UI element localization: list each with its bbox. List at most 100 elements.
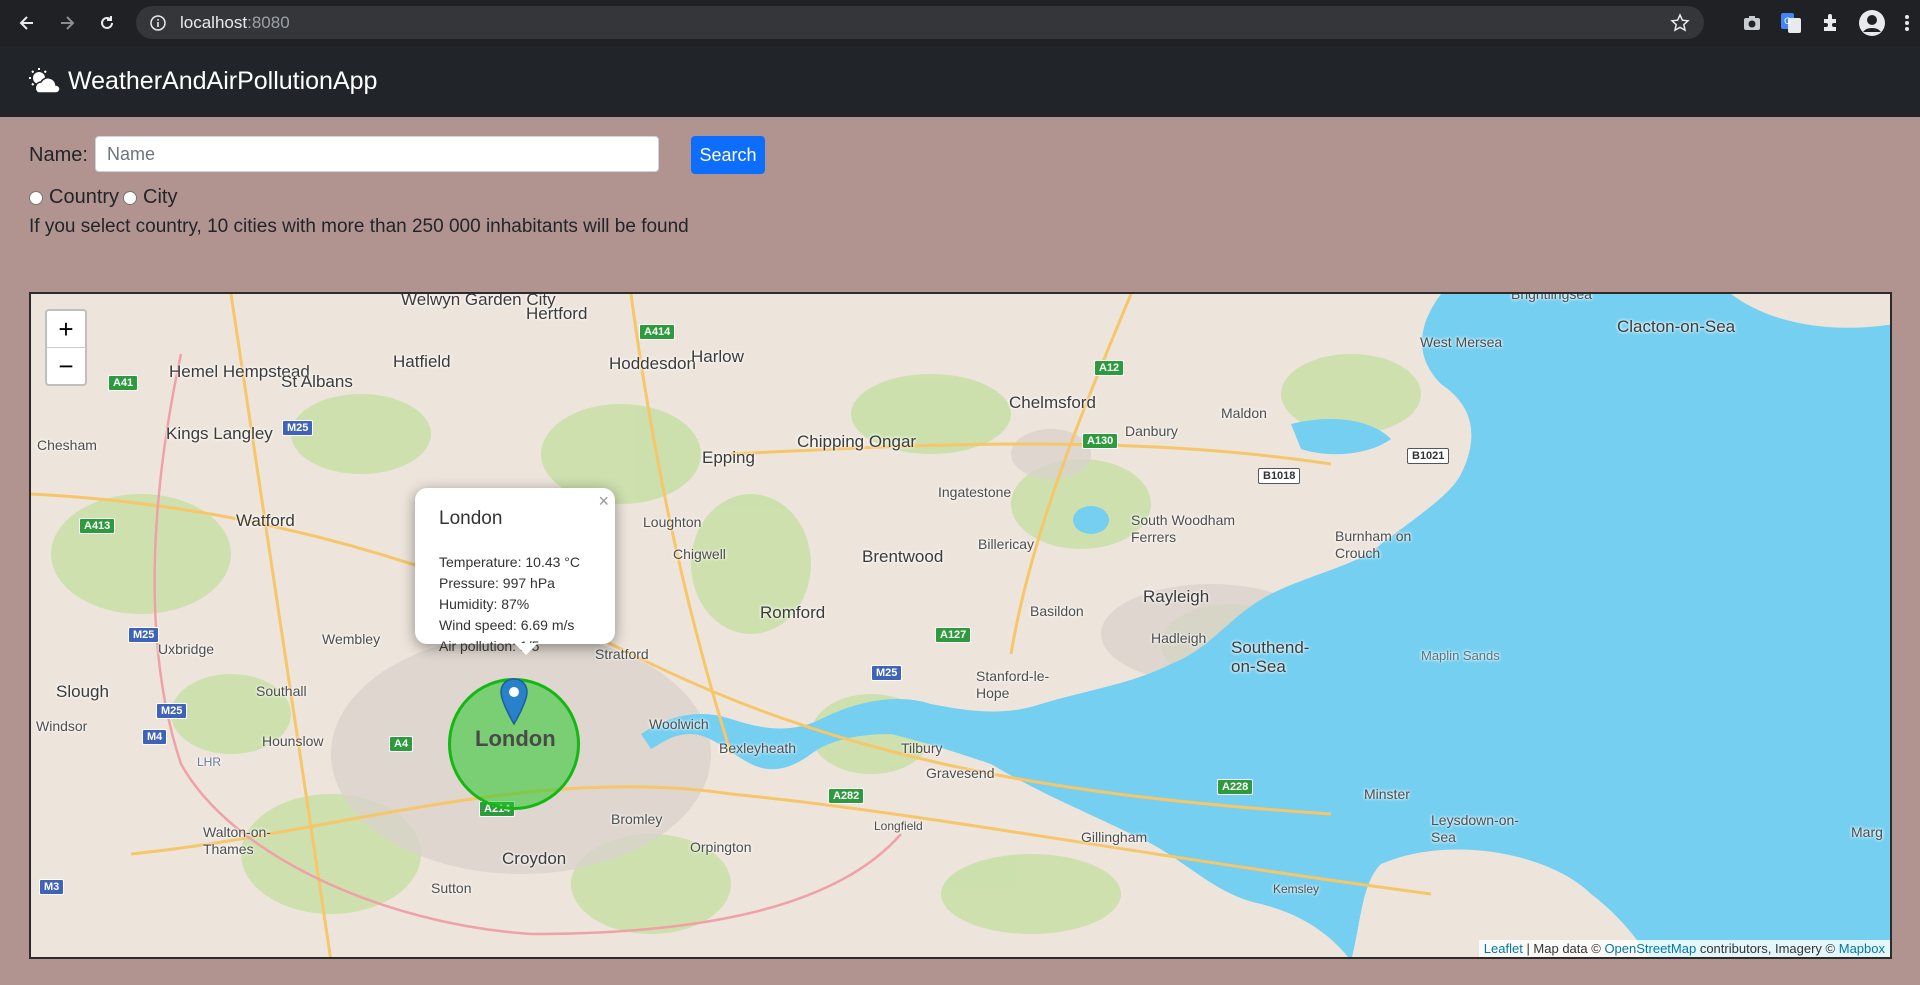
reload-icon[interactable]: [94, 10, 120, 36]
popup-pressure: Pressure: 997 hPa: [439, 575, 555, 591]
map-container[interactable]: Welwyn Garden City Hertford Hoddesdon Ha…: [29, 292, 1892, 959]
zoom-control: + −: [45, 309, 87, 386]
back-icon[interactable]: [14, 10, 40, 36]
osm-link[interactable]: OpenStreetMap: [1604, 941, 1696, 956]
name-label: Name:: [29, 143, 88, 166]
map-place: Southend-on-Sea: [1231, 638, 1310, 676]
map-place: Romford: [760, 603, 826, 622]
city-radio-label[interactable]: City: [143, 186, 177, 209]
browser-toolbar: localhost:8080 G: [0, 0, 1920, 46]
map-place: Hounslow: [262, 733, 324, 749]
map-place: Gravesend: [926, 765, 995, 781]
weather-sun-cloud-icon: [29, 67, 60, 94]
attribution-text: contributors, Imagery ©: [1696, 941, 1839, 956]
map-place: Hoddesdon: [609, 354, 696, 373]
map-place: Maplin Sands: [1421, 648, 1500, 663]
map-place: Orpington: [690, 839, 752, 855]
url-text: localhost:8080: [180, 13, 290, 33]
country-radio[interactable]: [29, 190, 43, 205]
map-place: Burnham on Crouch: [1335, 528, 1412, 561]
map-place: Windsor: [36, 718, 88, 734]
map-place: Croydon: [502, 849, 567, 868]
map-marker-icon[interactable]: [497, 677, 531, 727]
map-place: Leysdown-on-Sea: [1431, 812, 1519, 845]
app-navbar: WeatherAndAirPollutionApp: [0, 46, 1920, 117]
map-place: Epping: [702, 448, 755, 467]
road-shield: A282: [828, 788, 865, 804]
map-place: Ingatestone: [938, 484, 1012, 500]
map-place: Loughton: [643, 514, 702, 530]
zoom-in-button[interactable]: +: [47, 311, 85, 347]
info-icon[interactable]: [150, 14, 166, 31]
map-place: Slough: [56, 682, 109, 701]
url-host: localhost: [180, 12, 248, 32]
popup-details: Temperature: 10.43 °C Pressure: 997 hPa …: [439, 552, 580, 657]
road-shield: M3: [39, 879, 65, 895]
country-radio-label[interactable]: Country: [49, 186, 119, 209]
app-brand[interactable]: WeatherAndAirPollutionApp: [68, 67, 377, 96]
map-place: Tilbury: [901, 740, 943, 756]
circle-city-label: London: [475, 726, 556, 751]
map-place: Longfield: [874, 819, 923, 833]
map-place: Harlow: [691, 347, 744, 366]
map-place: Billericay: [978, 536, 1035, 552]
map-place: Hatfield: [393, 352, 451, 371]
search-hint: If you select country, 10 cities with mo…: [29, 216, 689, 237]
map-place: Stratford: [595, 646, 649, 662]
menu-dots-icon[interactable]: [1904, 13, 1910, 33]
map-place: Woolwich: [649, 716, 709, 732]
map-place: St Albans: [281, 372, 353, 391]
map-place: Hertford: [526, 304, 588, 323]
forward-icon[interactable]: [54, 10, 80, 36]
svg-text:G: G: [1784, 17, 1791, 27]
map-place: Basildon: [1030, 603, 1084, 619]
popup-title: London: [439, 508, 503, 529]
extensions-icon[interactable]: [1820, 13, 1840, 33]
map-place: Rayleigh: [1143, 587, 1210, 606]
address-bar[interactable]: localhost:8080: [136, 6, 1704, 39]
map-place: Chigwell: [673, 546, 726, 562]
popup-humidity: Humidity: 87%: [439, 596, 530, 612]
map-place: Gillingham: [1081, 829, 1148, 845]
road-shield: M4: [142, 729, 168, 745]
name-input[interactable]: [95, 136, 659, 172]
weather-popup: × London Temperature: 10.43 °C Pressure:…: [415, 488, 615, 654]
popup-close-button[interactable]: ×: [598, 491, 609, 512]
popup-temperature: Temperature: 10.43 °C: [439, 554, 581, 570]
map-place: Uxbridge: [158, 641, 215, 657]
translate-icon[interactable]: G: [1780, 12, 1802, 34]
road-shield: A4: [389, 736, 414, 752]
road-shield: A127: [935, 627, 972, 643]
leaflet-link[interactable]: Leaflet: [1484, 941, 1523, 956]
camera-icon[interactable]: [1742, 13, 1762, 33]
road-shield: B1018: [1258, 468, 1301, 484]
bookmark-star-icon[interactable]: [1670, 13, 1690, 33]
profile-avatar-icon[interactable]: [1858, 9, 1886, 37]
popup-tip: [514, 643, 538, 655]
map-place: South Woodham Ferrers: [1131, 512, 1236, 545]
map-place: Hadleigh: [1151, 630, 1207, 646]
map-place: LHR: [197, 755, 222, 769]
road-shield: A12: [1094, 360, 1125, 376]
map-place: Chipping Ongar: [797, 432, 917, 451]
road-shield: M25: [156, 703, 188, 719]
attribution-text: | Map data ©: [1522, 941, 1605, 956]
city-radio[interactable]: [123, 190, 138, 205]
map-place: Kemsley: [1273, 882, 1320, 896]
map-place: Sutton: [431, 880, 472, 896]
map-place: Marg: [1851, 824, 1883, 840]
road-shield: A228: [1217, 779, 1254, 795]
search-type-radios: Country City: [29, 186, 181, 209]
map-place: Chelmsford: [1009, 393, 1096, 412]
mapbox-link[interactable]: Mapbox: [1839, 941, 1885, 956]
map-place: Walton-on-Thames: [203, 824, 271, 857]
road-shield: A413: [79, 518, 116, 534]
search-button[interactable]: Search: [691, 136, 765, 174]
road-shield: M25: [282, 420, 314, 436]
road-shield: M25: [871, 665, 903, 681]
map-place: West Mersea: [1420, 334, 1503, 350]
road-shield: A130: [1082, 433, 1119, 449]
url-port: :8080: [247, 12, 290, 32]
zoom-out-button[interactable]: −: [47, 347, 85, 384]
map-place: Minster: [1364, 786, 1410, 802]
